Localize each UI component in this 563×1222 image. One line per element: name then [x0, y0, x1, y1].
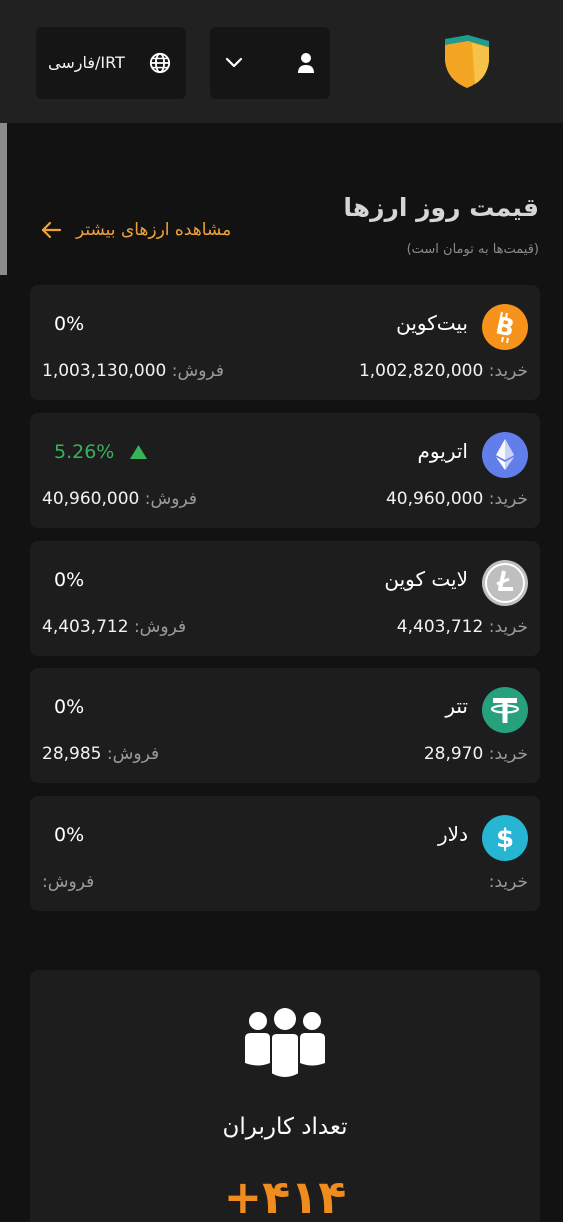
litecoin-icon [482, 560, 528, 606]
sell-label: فروش: [42, 872, 95, 892]
coin-change-up: 5.26% [54, 441, 148, 463]
language-currency-button[interactable]: فارسی/IRT [36, 27, 186, 99]
language-currency-label: فارسی/IRT [48, 53, 125, 72]
coin-name: بیت‌کوین [396, 311, 468, 335]
buy-value: 4,403,712 [396, 617, 484, 637]
buy-price: خرید: 40,960,000 [386, 489, 528, 509]
coin-name: اتریوم [417, 439, 468, 463]
scroll-indicator [0, 123, 7, 275]
coin-card-dollar[interactable]: $ دلار 0% خرید: فروش: [30, 796, 540, 911]
sell-label: فروش: [106, 744, 160, 764]
svg-text:$: $ [496, 824, 514, 854]
sell-label: فروش: [144, 489, 197, 509]
buy-price: خرید: 1,002,820,000 [359, 361, 528, 381]
users-count-label: تعداد کاربران [222, 1114, 348, 1140]
ethereum-icon [482, 432, 528, 478]
coin-card-litecoin[interactable]: لایت کوین 0% خرید: 4,403,712 فروش: 4,403… [30, 541, 540, 656]
coin-name: لایت کوین [384, 567, 468, 591]
sell-label: فروش: [133, 617, 187, 637]
buy-label: خرید: [488, 617, 528, 637]
section-title: قیمت روز ارزها [343, 193, 539, 222]
buy-label: خرید: [488, 872, 528, 892]
buy-label: خرید: [488, 744, 528, 764]
coin-change-value: 5.26% [54, 441, 115, 463]
buy-value: 28,970 [423, 744, 484, 764]
tether-icon [482, 687, 528, 733]
buy-value: 40,960,000 [385, 489, 484, 509]
sell-price: فروش: 40,960,000 [42, 489, 197, 509]
buy-price: خرید: 4,403,712 [397, 617, 528, 637]
buy-label: خرید: [488, 489, 528, 509]
user-icon [298, 53, 314, 73]
view-more-link[interactable]: مشاهده ارزهای بیشتر [40, 216, 231, 244]
coin-change: 0% [54, 696, 85, 718]
sell-value: 1,003,130,000 [42, 361, 167, 381]
bitcoin-icon: B [482, 304, 528, 350]
buy-price: خرید: 28,970 [424, 744, 528, 764]
sell-price: فروش: 1,003,130,000 [42, 361, 224, 381]
arrow-left-icon [41, 221, 62, 239]
sell-price: فروش: [42, 872, 94, 892]
users-group-icon [245, 1008, 325, 1079]
buy-label: خرید: [488, 361, 528, 381]
coin-card-tether[interactable]: تتر 0% خرید: 28,970 فروش: 28,985 [30, 668, 540, 783]
chevron-down-icon [225, 57, 243, 68]
globe-icon [149, 52, 171, 74]
dollar-icon: $ [482, 815, 528, 861]
shield-logo[interactable] [442, 33, 492, 89]
sell-price: فروش: 4,403,712 [42, 617, 186, 637]
sell-value: 4,403,712 [42, 617, 129, 637]
coin-name: دلار [438, 822, 468, 846]
sell-value: 40,960,000 [42, 489, 140, 509]
users-stat-card: تعداد کاربران +۴۱۴ [30, 970, 540, 1222]
buy-price: خرید: [489, 872, 528, 892]
user-menu-button[interactable] [210, 27, 330, 99]
sell-label: فروش: [171, 361, 224, 381]
coin-change: 0% [54, 313, 85, 335]
users-count-value: +۴۱۴ [223, 1170, 347, 1222]
sell-price: فروش: 28,985 [42, 744, 159, 764]
triangle-up-icon [130, 445, 148, 459]
view-more-label: مشاهده ارزهای بیشتر [76, 220, 232, 240]
buy-value: 1,002,820,000 [358, 361, 484, 381]
coin-card-ethereum[interactable]: اتریوم 5.26% خرید: 40,960,000 فروش: 40,9… [30, 413, 540, 528]
section-subtitle: (قیمت‌ها به تومان است) [406, 242, 539, 257]
coin-change: 0% [54, 824, 85, 846]
coin-card-bitcoin[interactable]: B بیت‌کوین 0% خرید: 1,002,820,000 فروش: … [30, 285, 540, 400]
top-header: فارسی/IRT [0, 0, 563, 123]
coin-name: تتر [445, 694, 468, 718]
sell-value: 28,985 [42, 744, 102, 764]
coin-change: 0% [54, 569, 85, 591]
